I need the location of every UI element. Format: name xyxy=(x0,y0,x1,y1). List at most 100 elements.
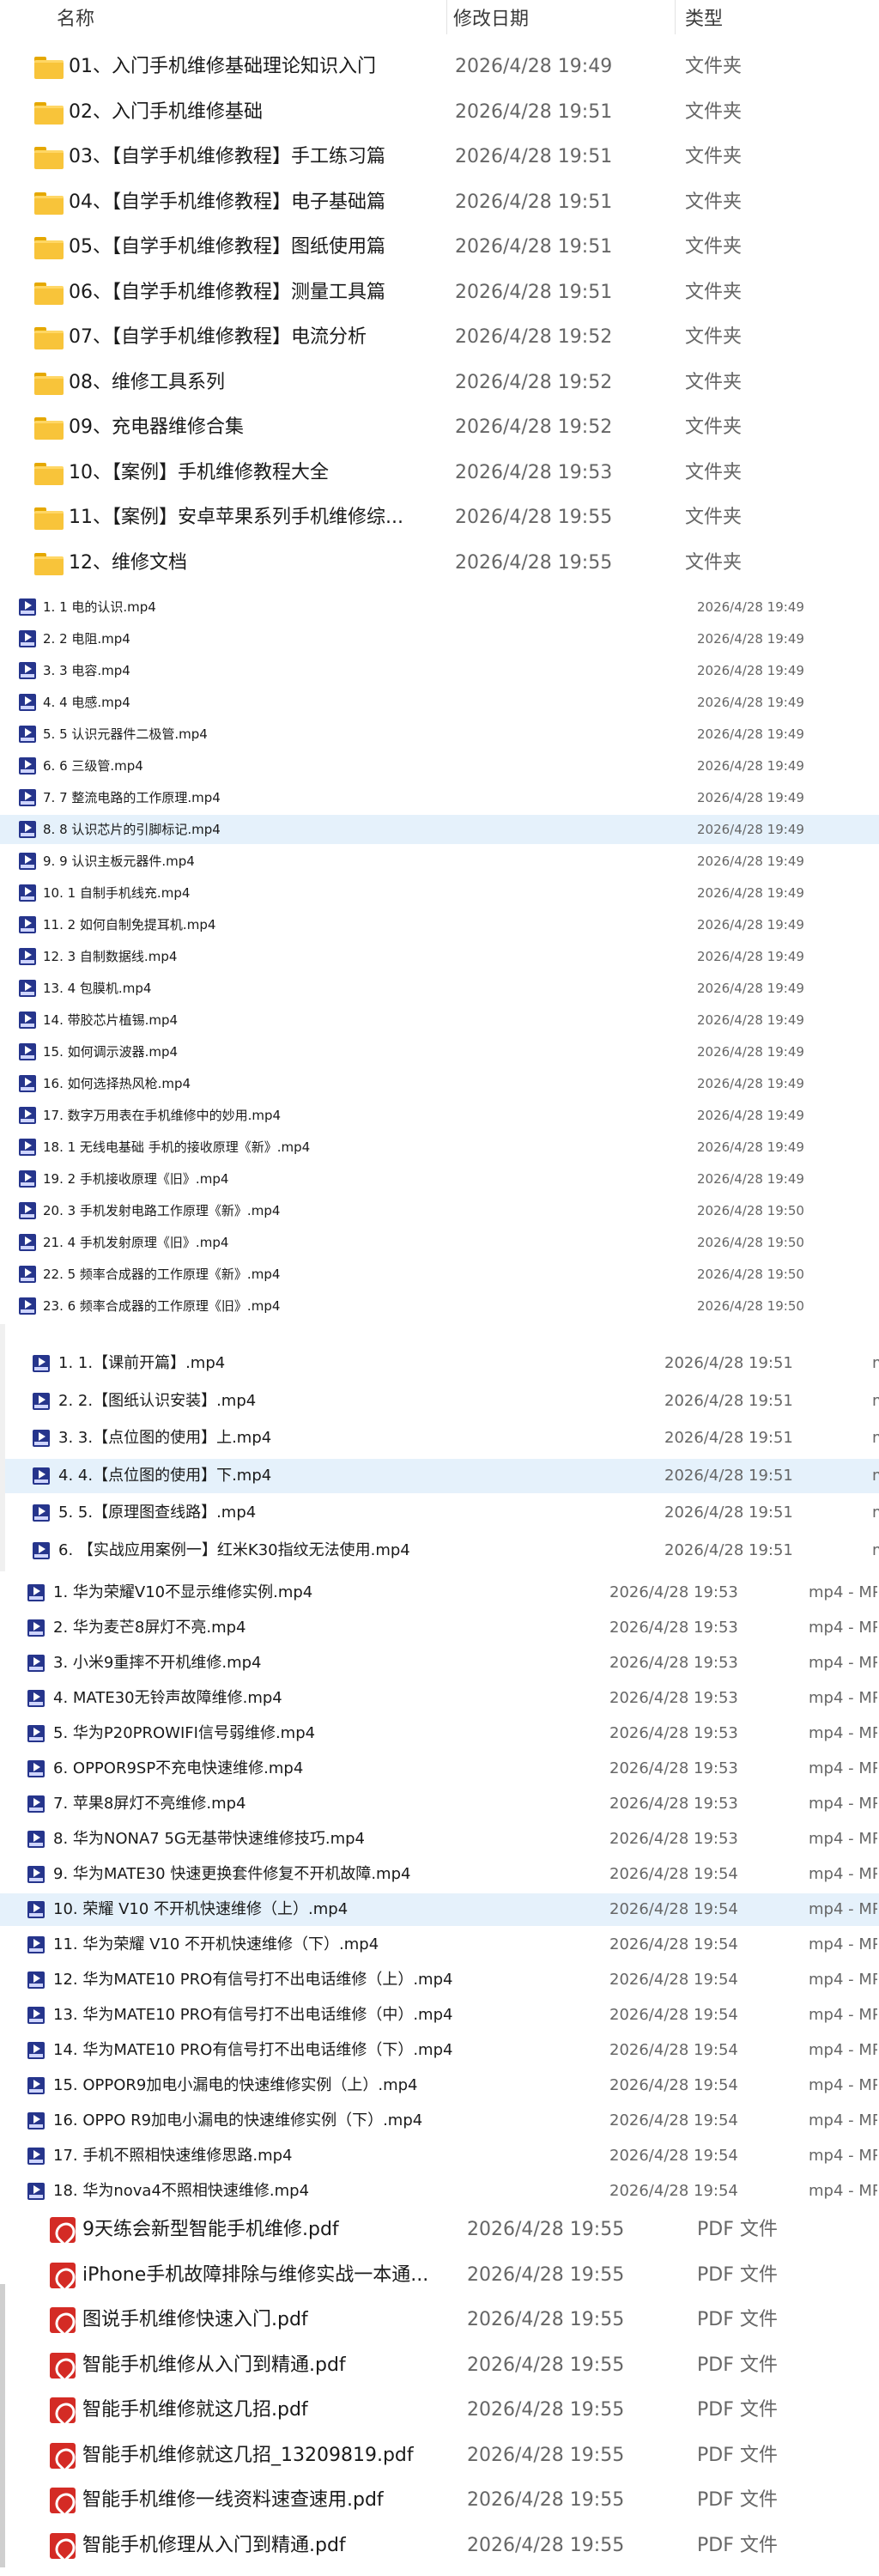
video-type: mp4 - MP xyxy=(809,1724,877,1742)
video-row[interactable]: 8. 8 认识芯片的引脚标记.mp4 2026/4/28 19:49 xyxy=(0,815,879,844)
video-row[interactable]: 3. 3 电容.mp4 2026/4/28 19:49 xyxy=(0,656,879,685)
video-row[interactable]: 17. 手机不照相快速维修思路.mp4 2026/4/28 19:54 mp4 - … xyxy=(0,2140,879,2172)
folder-row[interactable]: 11、【案例】安卓苹果系列手机维修综... 2026/4/28 19:55 文件夹 xyxy=(0,495,879,540)
pdf-row[interactable]: 图说手机维修快速入门.pdf 2026/4/28 19:55 PDF 文件 xyxy=(0,2299,879,2342)
video-row[interactable]: 11. 华为荣耀 V10 不开机快速维修（下）.mp4 2026/4/28 19:… xyxy=(0,1929,879,1961)
video-row[interactable]: 4. 4 电感.mp4 2026/4/28 19:49 xyxy=(0,688,879,717)
video-name: 2. 华为麦芒8屏灯不亮.mp4 xyxy=(53,1619,246,1637)
video-name: 2. 2.【图纸认识安装】.mp4 xyxy=(58,1391,257,1410)
video-row[interactable]: 6. 6 三级管.mp4 2026/4/28 19:49 xyxy=(0,751,879,781)
video-row[interactable]: 3. 小米9重摔不开机维修.mp4 2026/4/28 19:53 mp4 - MP xyxy=(0,1647,879,1680)
video-type: mp4 - MP xyxy=(809,2041,877,2059)
folder-date: 2026/4/28 19:51 xyxy=(455,281,613,303)
video-row[interactable]: 5. 5.【原理图查线路】.mp4 2026/4/28 19:51 m xyxy=(5,1496,879,1530)
folder-row[interactable]: 10、【案例】手机维修教程大全 2026/4/28 19:53 文件夹 xyxy=(0,451,879,495)
video-row[interactable]: 9. 华为MATE30 快速更换套件修复不开机故障.mp4 2026/4/28 1… xyxy=(0,1858,879,1891)
video-row[interactable]: 23. 6 频率合成器的工作原理《旧》.mp4 2026/4/28 19:50 xyxy=(0,1291,879,1321)
folder-row[interactable]: 04、【自学手机维修教程】电子基础篇 2026/4/28 19:51 文件夹 xyxy=(0,180,879,225)
video-name: 1. 华为荣耀V10不显示维修实例.mp4 xyxy=(53,1583,313,1601)
video-row[interactable]: 22. 5 频率合成器的工作原理《新》.mp4 2026/4/28 19:50 xyxy=(0,1260,879,1289)
pdf-row[interactable]: 智能手机维修就这几招_13209819.pdf 2026/4/28 19:55 PD… xyxy=(0,2434,879,2477)
video-row[interactable]: 1. 1.【课前开篇】.mp4 2026/4/28 19:51 m xyxy=(5,1346,879,1381)
video-name: 16. OPPO R9加电小漏电的快速维修实例（下）.mp4 xyxy=(53,2111,423,2129)
video-name: 20. 3 手机发射电路工作原理《新》.mp4 xyxy=(43,1203,281,1218)
video-name: 10. 1 自制手机线充.mp4 xyxy=(43,885,191,901)
video-row[interactable]: 20. 3 手机发射电路工作原理《新》.mp4 2026/4/28 19:50 xyxy=(0,1196,879,1225)
mp4-file-icon xyxy=(27,1866,45,1883)
video-row[interactable]: 2. 2.【图纸认识安装】.mp4 2026/4/28 19:51 m xyxy=(5,1384,879,1419)
pdf-row[interactable]: 智能手机修理从入门到精通.pdf 2026/4/28 19:55 PDF 文件 xyxy=(0,2524,879,2567)
video-row[interactable]: 4. MATE30无铃声故障维修.mp4 2026/4/28 19:53 mp4 -… xyxy=(0,1682,879,1715)
video-row[interactable]: 8. 华为NONA7 5G无基带快速维修技巧.mp4 2026/4/28 19:5… xyxy=(0,1823,879,1856)
name-column-header[interactable]: 名称 xyxy=(57,3,94,31)
video-date: 2026/4/28 19:49 xyxy=(697,758,804,774)
video-row[interactable]: 16. 如何选择热风枪.mp4 2026/4/28 19:49 xyxy=(0,1069,879,1098)
video-row[interactable]: 21. 4 手机发射原理《旧》.mp4 2026/4/28 19:50 xyxy=(0,1228,879,1257)
folder-row[interactable]: 01、入门手机维修基础理论知识入门 2026/4/28 19:49 文件夹 xyxy=(0,45,879,89)
video-row[interactable]: 16. OPPO R9加电小漏电的快速维修实例（下）.mp4 2026/4/28 … xyxy=(0,2105,879,2137)
video-row[interactable]: 2. 华为麦芒8屏灯不亮.mp4 2026/4/28 19:53 mp4 - MP xyxy=(0,1612,879,1644)
folder-icon xyxy=(34,101,64,125)
type-column-header[interactable]: 类型 xyxy=(685,3,723,31)
folder-row[interactable]: 06、【自学手机维修教程】测量工具篇 2026/4/28 19:51 文件夹 xyxy=(0,270,879,315)
pdf-row[interactable]: 智能手机维修从入门到精通.pdf 2026/4/28 19:55 PDF 文件 xyxy=(0,2344,879,2387)
video-date: 2026/4/28 19:53 xyxy=(609,1689,738,1707)
video-row[interactable]: 12. 华为MATE10 PRO有信号打不出电话维修（上）.mp4 2026/4/… xyxy=(0,1964,879,1996)
video-row[interactable]: 2. 2 电阻.mp4 2026/4/28 19:49 xyxy=(0,624,879,653)
folder-icon xyxy=(34,237,64,259)
mp4-file-icon xyxy=(27,1725,45,1742)
video-row[interactable]: 13. 4 包膜机.mp4 2026/4/28 19:49 xyxy=(0,974,879,1003)
video-type: mp4 - MP xyxy=(809,1830,877,1848)
video-row[interactable]: 15. OPPOR9加电小漏电的快速维修实例（上）.mp4 2026/4/28 1… xyxy=(0,2069,879,2102)
video-date: 2026/4/28 19:51 xyxy=(664,1391,793,1410)
pdf-row[interactable]: iPhone手机故障排除与维修实战一本通... 2026/4/28 19:55 PD… xyxy=(0,2254,879,2297)
mp4-file-icon xyxy=(27,1655,45,1672)
folder-row[interactable]: 02、入门手机维修基础 2026/4/28 19:51 文件夹 xyxy=(0,90,879,135)
video-row[interactable]: 9. 9 认识主板元器件.mp4 2026/4/28 19:49 xyxy=(0,847,879,876)
video-row[interactable]: 10. 1 自制手机线充.mp4 2026/4/28 19:49 xyxy=(0,878,879,908)
mp4-file-icon xyxy=(27,2112,45,2129)
video-name: 3. 小米9重摔不开机维修.mp4 xyxy=(53,1654,262,1672)
pdf-row[interactable]: 9天练会新型智能手机维修.pdf 2026/4/28 19:55 PDF 文件 xyxy=(0,2208,879,2251)
video-row[interactable]: 19. 2 手机接收原理《旧》.mp4 2026/4/28 19:49 xyxy=(0,1164,879,1194)
pdf-type: PDF 文件 xyxy=(697,2309,778,2330)
folder-row[interactable]: 03、【自学手机维修教程】手工练习篇 2026/4/28 19:51 文件夹 xyxy=(0,135,879,179)
pdf-row[interactable]: 智能手机维修就这几招.pdf 2026/4/28 19:55 PDF 文件 xyxy=(0,2389,879,2432)
pdf-date: 2026/4/28 19:55 xyxy=(467,2354,625,2376)
video-row[interactable]: 17. 数字万用表在手机维修中的妙用.mp4 2026/4/28 19:49 xyxy=(0,1101,879,1130)
video-date: 2026/4/28 19:49 xyxy=(697,1076,804,1091)
video-row[interactable]: 6. OPPOR9SP不充电快速维修.mp4 2026/4/28 19:53 mp4… xyxy=(0,1753,879,1785)
pdf-name: iPhone手机故障排除与维修实战一本通... xyxy=(82,2263,429,2286)
video-row[interactable]: 18. 华为nova4不照相快速维修.mp4 2026/4/28 19:54 mp4… xyxy=(0,2175,879,2200)
video-row[interactable]: 7. 7 整流电路的工作原理.mp4 2026/4/28 19:49 xyxy=(0,783,879,812)
video-row[interactable]: 11. 2 如何自制免提耳机.mp4 2026/4/28 19:49 xyxy=(0,910,879,939)
video-row[interactable]: 5. 5 认识元器件二极管.mp4 2026/4/28 19:49 xyxy=(0,720,879,749)
video-row[interactable]: 10. 荣耀 V10 不开机快速维修（上）.mp4 2026/4/28 19:54… xyxy=(0,1893,879,1926)
folder-row[interactable]: 12、维修文档 2026/4/28 19:55 文件夹 xyxy=(0,541,879,586)
video-row[interactable]: 5. 华为P20PROWIFI信号弱维修.mp4 2026/4/28 19:53 m… xyxy=(0,1717,879,1750)
folder-row[interactable]: 07、【自学手机维修教程】电流分析 2026/4/28 19:52 文件夹 xyxy=(0,315,879,360)
video-row[interactable]: 3. 3.【点位图的使用】上.mp4 2026/4/28 19:51 m xyxy=(5,1421,879,1455)
date-column-header[interactable]: 修改日期 xyxy=(453,3,529,31)
video-row[interactable]: 4. 4.【点位图的使用】下.mp4 2026/4/28 19:51 m xyxy=(5,1458,879,1493)
folder-row[interactable]: 05、【自学手机维修教程】图纸使用篇 2026/4/28 19:51 文件夹 xyxy=(0,225,879,270)
video-name: 14. 带胶芯片植锡.mp4 xyxy=(43,1012,179,1028)
video-row[interactable]: 14. 华为MATE10 PRO有信号打不出电话维修（下）.mp4 2026/4/… xyxy=(0,2034,879,2067)
video-name: 7. 7 整流电路的工作原理.mp4 xyxy=(43,790,221,805)
video-row[interactable]: 13. 华为MATE10 PRO有信号打不出电话维修（中）.mp4 2026/4/… xyxy=(0,1999,879,2032)
folder-name: 09、充电器维修合集 xyxy=(69,416,244,438)
video-row[interactable]: 1. 1 电的认识.mp4 2026/4/28 19:49 xyxy=(0,592,879,622)
video-row[interactable]: 7. 苹果8屏灯不亮维修.mp4 2026/4/28 19:53 mp4 - MP xyxy=(0,1788,879,1820)
video-row[interactable]: 6. 【实战应用案例一】红米K30指纹无法使用.mp4 2026/4/28 19:… xyxy=(5,1534,879,1568)
video-row[interactable]: 14. 带胶芯片植锡.mp4 2026/4/28 19:49 xyxy=(0,1005,879,1035)
folder-row[interactable]: 08、维修工具系列 2026/4/28 19:52 文件夹 xyxy=(0,361,879,405)
folder-name: 12、维修文档 xyxy=(69,551,187,574)
video-name: 22. 5 频率合成器的工作原理《新》.mp4 xyxy=(43,1267,281,1282)
video-row[interactable]: 18. 1 无线电基础 手机的接收原理《新》.mp4 2026/4/28 19:4… xyxy=(0,1133,879,1162)
pdf-row[interactable]: 智能手机维修一线资料速查速用.pdf 2026/4/28 19:55 PDF 文件 xyxy=(0,2479,879,2522)
video-row[interactable]: 1. 华为荣耀V10不显示维修实例.mp4 2026/4/28 19:53 mp4 … xyxy=(0,1577,879,1609)
video-row[interactable]: 12. 3 自制数据线.mp4 2026/4/28 19:49 xyxy=(0,942,879,971)
folder-row[interactable]: 09、充电器维修合集 2026/4/28 19:52 文件夹 xyxy=(0,405,879,450)
video-row[interactable]: 15. 如何调示波器.mp4 2026/4/28 19:49 xyxy=(0,1037,879,1066)
video-date: 2026/4/28 19:49 xyxy=(697,663,804,678)
